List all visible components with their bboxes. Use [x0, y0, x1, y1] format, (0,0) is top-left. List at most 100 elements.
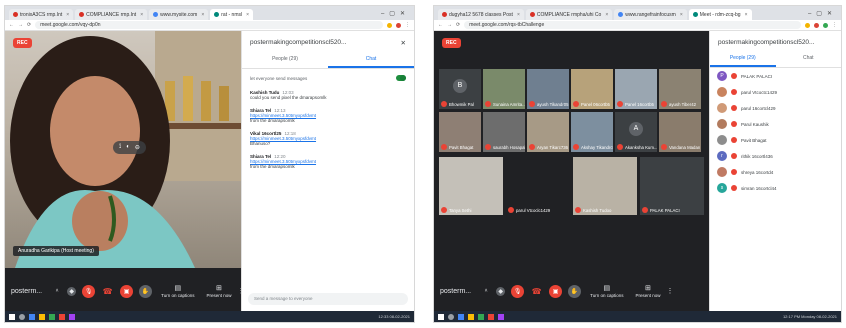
start-icon[interactable]	[9, 313, 15, 320]
folder-icon[interactable]	[468, 313, 474, 320]
reload-icon[interactable]: ⟳	[27, 22, 31, 28]
participant-tile[interactable]: PALAK PALACI	[640, 157, 704, 215]
extension-icon[interactable]	[396, 22, 401, 28]
raise-hand-button[interactable]: ✋	[568, 284, 582, 298]
url-field[interactable]: meet.google.com/rqs-tbChallenge	[464, 21, 801, 29]
browser-tab[interactable]: tronixA3CS rmp.Int ×	[9, 9, 74, 20]
app-icon[interactable]	[458, 313, 464, 320]
chat-input[interactable]: Send a message to everyone	[248, 293, 408, 305]
browser-tab[interactable]: www.mysite.com ×	[149, 9, 209, 20]
browser-tab-active[interactable]: Meet - rdm-zcq-bg ×	[688, 9, 752, 20]
back-icon[interactable]: ←	[9, 22, 14, 28]
shield-icon[interactable]: ◆	[67, 286, 77, 296]
mic-off-button[interactable]: 🎙	[511, 284, 525, 298]
search-icon[interactable]	[19, 313, 25, 320]
tile-controls[interactable]: ⟟ ◐ ⊖	[113, 141, 146, 154]
mic-off-button[interactable]: 🎙	[82, 284, 96, 298]
captions-button[interactable]: ▤ Turn on captions	[590, 284, 623, 298]
end-call-button[interactable]: ☎	[530, 284, 544, 298]
end-call-button[interactable]: ☎	[101, 284, 115, 298]
participant-tile[interactable]: Pavit Bhagat	[439, 112, 481, 152]
browser-tab-active[interactable]: rat - nmsl ×	[210, 9, 254, 20]
tab-people[interactable]: People (29)	[710, 50, 776, 67]
app-icon[interactable]	[49, 313, 55, 320]
participant-tile[interactable]: Sunaina Amrita...	[483, 69, 525, 109]
window-controls[interactable]: –▢✕	[377, 10, 414, 20]
chevron-up-icon[interactable]: ˄	[53, 287, 62, 295]
app-icon[interactable]	[498, 313, 504, 320]
app-icon[interactable]	[488, 313, 494, 320]
search-icon[interactable]	[448, 313, 454, 320]
tab-chat[interactable]: Chat	[776, 50, 842, 67]
participant-tile[interactable]: Kashish Tudoo	[573, 157, 637, 215]
extension-icon[interactable]	[814, 22, 819, 28]
participant-tile[interactable]: Panel 16cortb5	[615, 69, 657, 109]
camera-off-button[interactable]: ▣	[549, 284, 563, 298]
pin-icon[interactable]: ⟟	[119, 144, 121, 151]
back-icon[interactable]: ←	[438, 22, 443, 28]
more-options-icon[interactable]: ⋮	[667, 287, 674, 295]
people-list-item[interactable]: Pavit Bhagat	[710, 132, 841, 148]
participant-tile[interactable]: Akshay Tikandrc57	[571, 112, 613, 152]
people-list-item[interactable]: parul Vtcoctc1429	[710, 84, 841, 100]
present-button[interactable]: ⊞ Present now	[635, 284, 660, 298]
browser-tab[interactable]: COMPLIANCE rmpha/uhi Co ×	[525, 9, 613, 20]
participant-tile[interactable]: ayush Tikandr05	[527, 69, 569, 109]
app-icon[interactable]	[59, 313, 65, 320]
close-icon[interactable]: ×	[66, 12, 69, 18]
tab-chat[interactable]: Chat	[328, 51, 414, 68]
people-list-item[interactable]: s simran 16cortcl44	[710, 180, 841, 196]
close-icon[interactable]: ×	[745, 12, 748, 18]
app-icon[interactable]	[69, 313, 75, 320]
shield-icon[interactable]: ◆	[496, 286, 506, 296]
chat-permission-toggle[interactable]	[396, 75, 406, 81]
people-list-item[interactable]: r rithik 16cortl436	[710, 148, 841, 164]
participant-tile[interactable]: A Akanksha Kum...	[615, 112, 657, 152]
participant-tile[interactable]: Tanya Sethi	[439, 157, 503, 215]
extension-icon[interactable]	[805, 22, 810, 28]
participant-tile[interactable]: Aryan Tikarc736	[527, 112, 569, 152]
folder-icon[interactable]	[39, 313, 45, 320]
participant-tile[interactable]: parul Vtcoclc1429	[506, 157, 570, 215]
browser-tab[interactable]: dugyha12 5678 classes Post ×	[438, 9, 524, 20]
people-list-item[interactable]: parul 16cortcl429	[710, 100, 841, 116]
close-icon[interactable]: ×	[517, 12, 520, 18]
url-field[interactable]: meet.google.com/vqy-dp0n	[35, 21, 383, 29]
menu-icon[interactable]: ⋮	[405, 22, 410, 28]
browser-tab[interactable]: COMPLIANCE rmp.Int ×	[75, 9, 148, 20]
raise-hand-button[interactable]: ✋	[139, 284, 153, 298]
camera-off-button[interactable]: ▣	[120, 284, 134, 298]
participant-tile[interactable]: B Bhowmik Pal	[439, 69, 481, 109]
menu-icon[interactable]: ⋮	[832, 22, 837, 28]
browser-tab[interactable]: www.rangefrainfocusm ×	[614, 9, 687, 20]
people-list-item[interactable]: P PALAK PALACI	[710, 68, 841, 84]
close-icon[interactable]: ×	[605, 12, 608, 18]
people-list-item[interactable]: Parul Kaushik	[710, 116, 841, 132]
extension-icon[interactable]	[823, 22, 828, 28]
close-icon[interactable]: ×	[201, 12, 204, 18]
reload-icon[interactable]: ⟳	[456, 22, 460, 28]
app-icon[interactable]	[478, 313, 484, 320]
captions-button[interactable]: ▤ Turn on captions	[161, 284, 194, 298]
present-button[interactable]: ⊞ Present now	[206, 284, 231, 298]
tab-people[interactable]: People (29)	[242, 51, 328, 68]
forward-icon[interactable]: →	[18, 22, 23, 28]
close-icon[interactable]: ×	[140, 12, 143, 18]
mute-icon[interactable]: ◐	[126, 144, 130, 151]
participant-tile[interactable]: Vandana Madan	[659, 112, 701, 152]
mic-off-icon	[642, 207, 648, 213]
participant-tile[interactable]: saurabh Hosapal	[483, 112, 525, 152]
remove-icon[interactable]: ⊖	[135, 144, 140, 151]
participant-tile[interactable]: Panel 06cortb5	[571, 69, 613, 109]
start-icon[interactable]	[438, 313, 444, 320]
people-list-item[interactable]: shreya 16cortd4	[710, 164, 841, 180]
window-controls[interactable]: –▢✕	[804, 10, 841, 20]
chevron-up-icon[interactable]: ˄	[482, 287, 491, 295]
forward-icon[interactable]: →	[447, 22, 452, 28]
app-icon[interactable]	[29, 313, 35, 320]
extension-icon[interactable]	[387, 22, 392, 28]
close-icon[interactable]: ×	[680, 12, 683, 18]
close-icon[interactable]: ✕	[401, 39, 406, 47]
participant-tile[interactable]: ayush Tiber42	[659, 69, 701, 109]
close-icon[interactable]: ×	[246, 12, 249, 18]
